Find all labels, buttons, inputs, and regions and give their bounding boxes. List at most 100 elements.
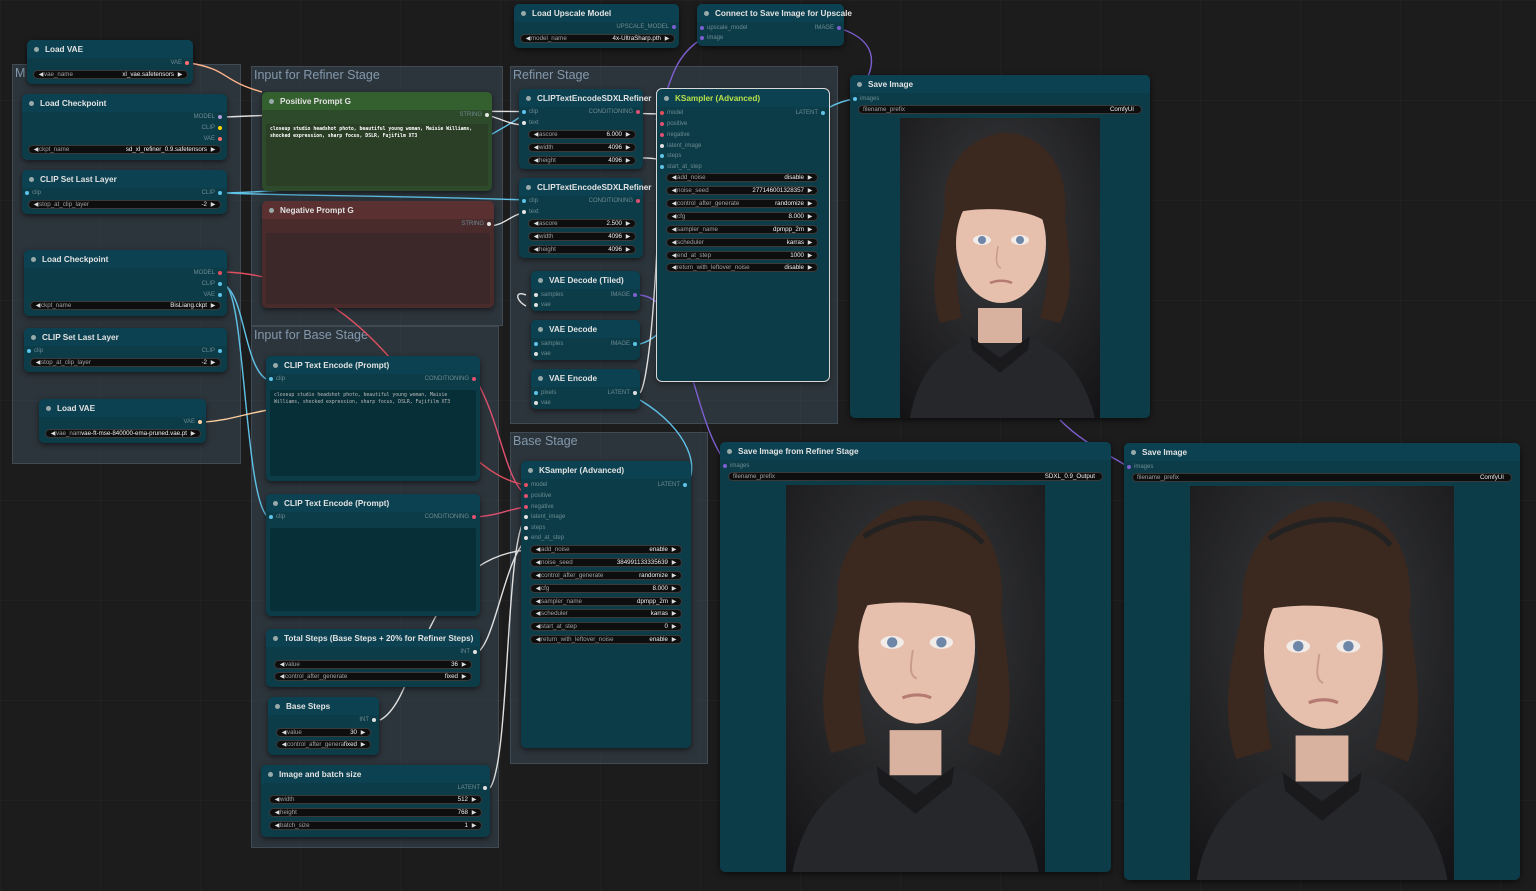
collapse-dot-icon[interactable]: [521, 10, 526, 16]
output-slot[interactable]: CLIP: [202, 348, 222, 354]
output-slot[interactable]: CONDITIONING: [425, 514, 476, 520]
output-slot[interactable]: CLIP: [202, 125, 222, 131]
collapse-dot-icon[interactable]: [538, 277, 543, 283]
input-slot[interactable]: clip: [522, 198, 538, 204]
input-slot[interactable]: upscale_model: [700, 25, 747, 31]
prompt-textarea[interactable]: closeup studio headshot photo, beautiful…: [270, 390, 476, 476]
input-slot[interactable]: positive: [524, 493, 551, 499]
input-slot[interactable]: vae: [534, 302, 551, 308]
output-slot[interactable]: VAE: [203, 292, 222, 298]
model-name-widget[interactable]: ◀ model_name 4x-UltraSharp.pth ▶: [520, 34, 675, 43]
collapse-dot-icon[interactable]: [857, 81, 862, 87]
ascore-widget[interactable]: ◀ ascore 6.000 ▶: [528, 130, 636, 139]
input-slot[interactable]: clip: [25, 190, 41, 196]
output-image[interactable]: [900, 118, 1100, 418]
vae-name-widget[interactable]: ◀vae_namevae-ft-mse-840000-ema-pruned.va…: [45, 429, 201, 438]
noise-seed-widget[interactable]: ◀ noise_seed 384991133335639 ▶: [530, 558, 682, 567]
input-slot[interactable]: steps: [524, 525, 545, 531]
input-slot[interactable]: negative: [524, 504, 554, 510]
node-save-image-refiner[interactable]: Save Image from Refiner Stage images fil…: [720, 442, 1111, 872]
output-slot[interactable]: VAE: [183, 419, 202, 425]
input-slot[interactable]: positive: [660, 121, 687, 127]
node-total-steps[interactable]: Total Steps (Base Steps + 20% for Refine…: [266, 629, 480, 687]
cfg-widget[interactable]: ◀ cfg 8.000 ▶: [666, 212, 818, 221]
control-after-generate-widget[interactable]: ◀ control_after_generate fixed ▶: [274, 672, 472, 681]
output-slot[interactable]: INT: [359, 717, 376, 723]
stop-at-clip-layer-widget[interactable]: ◀ stop_at_clip_layer -2 ▶: [28, 200, 221, 209]
input-slot[interactable]: vae: [534, 351, 551, 357]
vae-name-widget[interactable]: ◀ vae_name xl_vae.safetensors ▶: [33, 70, 188, 79]
output-slot[interactable]: VAE: [170, 60, 189, 66]
return-with-leftover-noise-widget[interactable]: ◀ return_with_leftover_noise enable ▶: [530, 635, 682, 644]
collapse-dot-icon[interactable]: [34, 46, 39, 52]
input-slot[interactable]: model: [660, 110, 683, 116]
prompt-textarea[interactable]: closeup studio headshot photo, beautiful…: [266, 124, 488, 186]
sampler-name-widget[interactable]: ◀ sampler_name dpmpp_2m ▶: [530, 597, 682, 606]
collapse-dot-icon[interactable]: [29, 100, 34, 106]
collapse-dot-icon[interactable]: [269, 98, 274, 104]
node-negative-prompt[interactable]: Negative Prompt G STRING: [262, 201, 494, 308]
output-slot[interactable]: CONDITIONING: [589, 109, 640, 115]
node-clip-set-last-layer[interactable]: CLIP Set Last Layer clip CLIP ◀ stop_at_c…: [22, 170, 227, 214]
node-image-batch-size[interactable]: Image and batch size LATENT ◀ width 512 ▶ ◀…: [261, 765, 490, 837]
control-after-generate-widget[interactable]: ◀ control_after_generate randomize ▶: [530, 571, 682, 580]
output-slot[interactable]: IMAGE: [611, 292, 637, 298]
node-ksampler-refiner[interactable]: KSampler (Advanced) model positive negat…: [656, 88, 830, 382]
output-slot[interactable]: CONDITIONING: [425, 376, 476, 382]
width-widget[interactable]: ◀ width 4096 ▶: [528, 232, 636, 241]
collapse-dot-icon[interactable]: [29, 176, 34, 182]
input-slot[interactable]: samples: [534, 292, 563, 298]
input-slot[interactable]: image: [700, 35, 723, 41]
value-widget[interactable]: ◀ value 30 ▶: [276, 728, 371, 737]
batch-size-widget[interactable]: ◀ batch_size 1 ▶: [269, 821, 482, 830]
output-slot[interactable]: MODEL: [194, 270, 222, 276]
output-slot[interactable]: LATENT: [607, 390, 637, 396]
filename-prefix-widget[interactable]: filename_prefix ComfyUI: [858, 105, 1142, 114]
input-slot[interactable]: model: [524, 482, 547, 488]
input-slot[interactable]: samples: [534, 341, 563, 347]
prompt-textarea[interactable]: [270, 528, 476, 611]
output-slot[interactable]: INT: [460, 649, 477, 655]
output-slot[interactable]: UPSCALE_MODEL: [616, 24, 676, 30]
input-slot[interactable]: end_at_step: [524, 535, 564, 541]
output-slot[interactable]: IMAGE: [611, 341, 637, 347]
end-at-step-widget[interactable]: ◀ end_at_step 1000 ▶: [666, 251, 818, 260]
input-slot[interactable]: clip: [27, 348, 43, 354]
noise-seed-widget[interactable]: ◀ noise_seed 277146001328357 ▶: [666, 186, 818, 195]
output-slot[interactable]: CLIP: [202, 190, 222, 196]
node-positive-prompt[interactable]: Positive Prompt G STRING closeup studio …: [262, 92, 492, 191]
node-load-upscale-model[interactable]: Load Upscale Model UPSCALE_MODEL ◀ model_…: [514, 4, 679, 48]
collapse-dot-icon[interactable]: [31, 256, 36, 262]
control-after-generate-widget[interactable]: ◀ control_after_generate randomize ▶: [666, 199, 818, 208]
output-slot[interactable]: STRING: [459, 112, 489, 118]
node-save-image-right[interactable]: Save Image images filename_prefix ComfyUI: [1124, 443, 1520, 880]
width-widget[interactable]: ◀ width 4096 ▶: [528, 143, 636, 152]
collapse-dot-icon[interactable]: [704, 10, 709, 16]
collapse-dot-icon[interactable]: [664, 95, 669, 101]
input-slot[interactable]: latent_image: [524, 514, 565, 520]
output-slot[interactable]: CONDITIONING: [589, 198, 640, 204]
sampler-name-widget[interactable]: ◀ sampler_name dpmpp_2m ▶: [666, 225, 818, 234]
input-slot[interactable]: steps: [660, 153, 681, 159]
input-slot[interactable]: negative: [660, 132, 690, 138]
filename-prefix-widget[interactable]: filename_prefix SDXL_0.9_Output: [728, 472, 1103, 481]
output-image[interactable]: [1190, 486, 1454, 880]
node-clip-encode-sdxl-refiner[interactable]: CLIPTextEncodeSDXLRefiner clip text COND…: [519, 89, 652, 169]
scheduler-widget[interactable]: ◀ scheduler karras ▶: [666, 238, 818, 247]
node-clip-set-last-layer-2[interactable]: CLIP Set Last Layer clip CLIP ◀ stop_at_c…: [24, 328, 227, 372]
collapse-dot-icon[interactable]: [273, 362, 278, 368]
height-widget[interactable]: ◀ height 4096 ▶: [528, 156, 636, 165]
input-slot[interactable]: text: [522, 120, 539, 126]
collapse-dot-icon[interactable]: [526, 184, 531, 190]
output-slot[interactable]: STRING: [461, 221, 491, 227]
output-slot[interactable]: MODEL: [194, 114, 222, 120]
output-slot[interactable]: LATENT: [657, 482, 687, 488]
collapse-dot-icon[interactable]: [269, 207, 274, 213]
node-connect-save-image[interactable]: Connect to Save Image for Upscale upscal…: [697, 4, 852, 46]
height-widget[interactable]: ◀ height 4096 ▶: [528, 245, 636, 254]
output-slot[interactable]: CLIP: [202, 281, 222, 287]
input-slot[interactable]: vae: [534, 400, 551, 406]
output-slot[interactable]: IMAGE: [815, 25, 841, 31]
node-vae-decode-tiled[interactable]: VAE Decode (Tiled) samples vae IMAGE: [531, 271, 640, 311]
stop-at-clip-layer-widget[interactable]: ◀ stop_at_clip_layer -2 ▶: [30, 358, 221, 367]
